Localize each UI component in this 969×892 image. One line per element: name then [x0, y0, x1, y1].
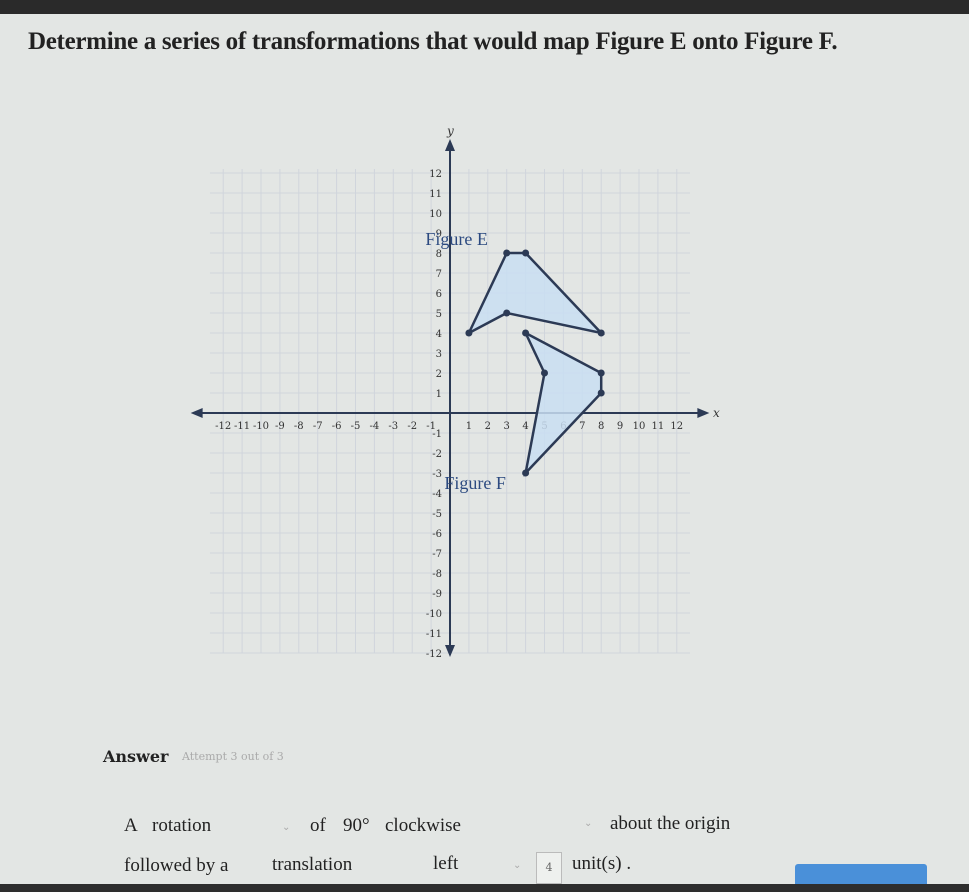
answer-label: Answer [103, 747, 169, 766]
units-input[interactable]: 4 [536, 852, 562, 884]
y-tick-label: -11 [426, 629, 442, 640]
vertex-point [522, 249, 530, 257]
x-axis-arrow-left [190, 408, 203, 418]
x-tick-label: 9 [617, 421, 623, 432]
x-tick-label: -11 [234, 421, 250, 432]
x-tick-label: -9 [275, 421, 285, 432]
x-tick-label: -10 [253, 421, 269, 432]
x-tick-label: 12 [670, 421, 683, 432]
y-tick-label: -12 [426, 649, 442, 660]
x-tick-label: -12 [215, 421, 231, 432]
x-tick-label: 10 [633, 421, 646, 432]
x-tick-label: -7 [313, 421, 323, 432]
bottom-bar [0, 884, 969, 892]
x-tick-label: 8 [598, 421, 604, 432]
vertex-point [465, 329, 473, 337]
vertex-point [597, 329, 605, 337]
y-tick-label: 2 [436, 369, 442, 380]
x-tick-label: -6 [332, 421, 342, 432]
transformation-1-select[interactable]: rotation [152, 815, 211, 837]
y-tick-label: 8 [436, 249, 442, 260]
vertex-point [522, 329, 530, 337]
y-tick-label: -6 [432, 529, 442, 540]
x-tick-label: -5 [351, 421, 361, 432]
row1-of: of [310, 815, 326, 836]
figure-e-label: Figure E [425, 229, 488, 249]
row1-prefix: A [124, 815, 138, 836]
x-tick-label: -4 [370, 421, 380, 432]
row2-prefix: followed by a [124, 855, 229, 876]
y-tick-label: 11 [429, 189, 442, 200]
y-tick-label: -8 [432, 569, 442, 580]
direction-1-select[interactable]: clockwise [385, 815, 461, 837]
y-tick-label: -4 [432, 489, 442, 500]
y-tick-label: 4 [436, 329, 442, 340]
vertex-point [503, 249, 511, 257]
chevron-down-icon[interactable]: ⌄ [584, 818, 592, 829]
figure-f-label: Figure F [444, 473, 506, 493]
x-tick-label: 7 [579, 421, 585, 432]
y-tick-label: 1 [436, 389, 442, 400]
chevron-down-icon[interactable]: ⌄ [513, 860, 521, 871]
attempt-counter: Attempt 3 out of 3 [182, 750, 284, 763]
chevron-down-icon[interactable]: ⌄ [282, 822, 290, 833]
x-tick-label: 4 [522, 421, 528, 432]
y-tick-label: -9 [432, 589, 442, 600]
y-tick-label: -1 [432, 429, 442, 440]
y-tick-label: 6 [436, 289, 442, 300]
x-tick-label: 11 [652, 421, 665, 432]
x-axis-label: x [713, 406, 720, 420]
y-tick-label: 10 [429, 209, 442, 220]
y-axis-arrow-up [445, 139, 455, 151]
y-tick-label: -2 [432, 449, 442, 460]
y-tick-label: -10 [426, 609, 442, 620]
x-tick-label: 2 [485, 421, 491, 432]
y-axis-label: y [446, 124, 454, 138]
x-tick-label: 1 [466, 421, 472, 432]
y-tick-label: 12 [429, 169, 442, 180]
transformation-2-select[interactable]: translation [272, 854, 352, 876]
y-tick-label: 3 [436, 349, 442, 360]
x-tick-label: 3 [504, 421, 510, 432]
y-tick-label: -5 [432, 509, 442, 520]
x-tick-label: -8 [294, 421, 304, 432]
vertex-point [597, 369, 605, 377]
y-tick-label: 7 [436, 269, 442, 280]
y-tick-label: 5 [436, 309, 442, 320]
y-tick-label: -3 [432, 469, 442, 480]
x-axis-arrow-right [697, 408, 710, 418]
coordinate-graph: xy-12-12-11-11-10-10-9-9-8-8-7-7-6-6-5-5… [190, 124, 720, 660]
direction-2-select[interactable]: left [433, 853, 458, 875]
vertex-point [597, 389, 605, 397]
row1-suffix: about the origin [610, 813, 731, 834]
vertex-point [541, 369, 548, 377]
submit-button[interactable] [795, 864, 927, 886]
vertex-point [503, 309, 511, 317]
x-tick-label: -2 [407, 421, 417, 432]
y-axis-arrow-down [445, 645, 455, 657]
vertex-point [522, 469, 530, 477]
y-tick-label: -7 [432, 549, 442, 560]
row2-suffix: unit(s) . [572, 853, 632, 874]
x-tick-label: -3 [388, 421, 398, 432]
angle-text: 90° [343, 815, 370, 836]
